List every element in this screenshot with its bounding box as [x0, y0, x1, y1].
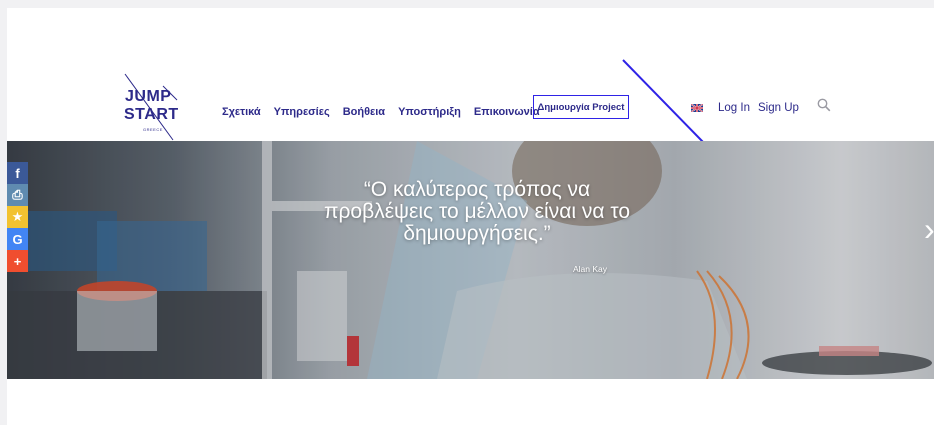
google-icon[interactable]: G: [7, 228, 28, 250]
nav-item-contact[interactable]: Επικοινωνία: [474, 106, 540, 118]
nav-item-help[interactable]: Βοήθεια: [343, 106, 385, 118]
nav-item-about[interactable]: Σχετικά: [222, 106, 261, 118]
hero-quote-author: Alan Kay: [573, 264, 608, 274]
jumpstart-logo[interactable]: JUMP START GREECE: [115, 72, 190, 144]
hero-background-image: [7, 141, 934, 379]
login-link[interactable]: Log In: [718, 102, 750, 114]
search-icon[interactable]: [817, 98, 831, 112]
logo-line-2: START: [124, 106, 179, 123]
more-plus-icon[interactable]: +: [7, 250, 28, 272]
favorite-star-icon[interactable]: ★: [7, 206, 28, 228]
create-project-button[interactable]: Δημιουργία Project: [533, 95, 629, 119]
signup-link[interactable]: Sign Up: [758, 102, 799, 114]
slider-next-arrow-icon[interactable]: ›: [924, 213, 934, 245]
social-share-bar: f ⎙ ★ G +: [7, 162, 28, 272]
facebook-icon[interactable]: f: [7, 162, 28, 184]
decorative-diagonal-line: [622, 59, 704, 143]
hero-quote: “Ο καλύτερος τρόπος να προβλέψεις το μέλ…: [324, 178, 630, 245]
page: JUMP START GREECE Σχετικά Υπηρεσίες Βοήθ…: [7, 8, 934, 425]
hero-banner: “Ο καλύτερος τρόπος να προβλέψεις το μέλ…: [7, 141, 934, 379]
logo-subtitle: GREECE: [143, 127, 163, 132]
main-nav: Σχετικά Υπηρεσίες Βοήθεια Υποστήριξη Επι…: [222, 106, 553, 118]
nav-item-services[interactable]: Υπηρεσίες: [274, 106, 330, 118]
print-icon[interactable]: ⎙: [7, 184, 28, 206]
uk-flag-icon[interactable]: [691, 104, 703, 112]
logo-line-1: JUMP: [125, 88, 172, 105]
nav-item-support[interactable]: Υποστήριξη: [398, 106, 461, 118]
